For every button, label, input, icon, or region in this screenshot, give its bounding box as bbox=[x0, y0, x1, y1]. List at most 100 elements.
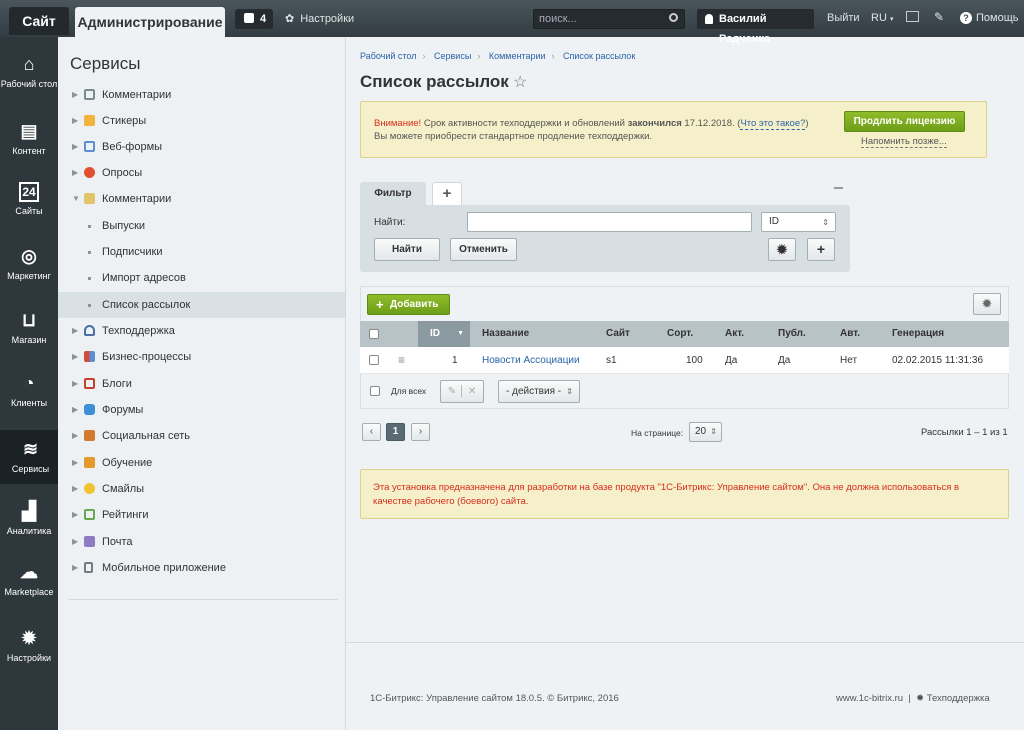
chevron-right-icon[interactable]: ▶ bbox=[72, 529, 78, 555]
settings-link[interactable]: ✿ Настройки bbox=[285, 12, 354, 25]
sidebar-item-ratings[interactable]: ▶ Рейтинги bbox=[58, 502, 345, 528]
search-icon[interactable] bbox=[669, 13, 678, 22]
what-is-it-link[interactable]: Что это такое? bbox=[740, 118, 806, 130]
sidebar-item-mail[interactable]: ▶ Почта bbox=[58, 529, 345, 555]
sidebar-item-stickers[interactable]: ▶ Стикеры bbox=[58, 108, 345, 134]
chevron-right-icon[interactable]: ▶ bbox=[72, 450, 78, 476]
chevron-right-icon[interactable]: ▶ bbox=[72, 397, 78, 423]
nav-content[interactable]: ▤ Контент bbox=[0, 120, 58, 157]
sidebar-item-import[interactable]: Импорт адресов bbox=[58, 265, 345, 291]
edit-icon[interactable]: ✎ bbox=[448, 386, 456, 397]
sidebar-item-webforms[interactable]: ▶ Веб-формы bbox=[58, 134, 345, 160]
chevron-right-icon[interactable]: ▶ bbox=[72, 318, 78, 344]
row-checkbox[interactable] bbox=[369, 355, 379, 365]
sidebar-item-mailing[interactable]: ▼ Комментарии bbox=[58, 186, 345, 212]
find-input[interactable] bbox=[467, 212, 752, 232]
nav-settings[interactable]: ✹ Настройки bbox=[0, 627, 58, 664]
chevron-right-icon[interactable]: ▶ bbox=[72, 108, 78, 134]
nav-shop[interactable]: ⊔ Магазин bbox=[0, 309, 58, 346]
sidebar-item-social[interactable]: ▶ Социальная сеть bbox=[58, 423, 345, 449]
chevron-right-icon[interactable]: ▶ bbox=[72, 423, 78, 449]
sidebar-item-mailing-list[interactable]: Список рассылок bbox=[58, 292, 345, 318]
actions-select[interactable]: - действия - ⇕ bbox=[498, 380, 580, 403]
favorite-star-icon[interactable]: ☆ bbox=[513, 72, 527, 92]
breadcrumb-mailing[interactable]: Комментарии bbox=[489, 51, 546, 61]
for-all-checkbox[interactable] bbox=[370, 386, 380, 396]
prev-page-button[interactable]: ‹ bbox=[362, 423, 381, 441]
minimize-icon[interactable] bbox=[834, 187, 843, 189]
column-generation[interactable]: Генерация bbox=[892, 321, 944, 347]
chevron-right-icon[interactable]: ▶ bbox=[72, 371, 78, 397]
nav-marketplace[interactable]: ☁ Marketplace bbox=[0, 561, 58, 598]
sidebar-item-smiles[interactable]: ▶ Смайлы bbox=[58, 476, 345, 502]
sidebar-item-bizproc[interactable]: ▶ Бизнес-процессы bbox=[58, 344, 345, 370]
per-page-select[interactable]: 20 ⇕ bbox=[689, 422, 722, 442]
next-page-button[interactable]: › bbox=[411, 423, 430, 441]
sidebar-item-forums[interactable]: ▶ Форумы bbox=[58, 397, 345, 423]
window-icon[interactable] bbox=[906, 11, 919, 22]
admin-tab[interactable]: Администрирование bbox=[75, 7, 225, 37]
chevron-right-icon[interactable]: ▶ bbox=[72, 160, 78, 186]
notifications-button[interactable]: 4 bbox=[235, 9, 273, 29]
sidebar-item-support[interactable]: ▶ Техподдержка bbox=[58, 318, 345, 344]
sidebar-item-issues[interactable]: Выпуски bbox=[58, 213, 345, 239]
cell-name-link[interactable]: Новости Ассоциации bbox=[482, 347, 580, 374]
filter-add-field-button[interactable]: + bbox=[807, 238, 835, 261]
chevron-right-icon[interactable]: ▶ bbox=[72, 134, 78, 160]
nav-analytics[interactable]: ▟ Аналитика bbox=[0, 500, 58, 537]
column-active[interactable]: Акт. bbox=[725, 321, 744, 347]
add-filter-button[interactable]: + bbox=[432, 182, 462, 206]
sidebar-item-subscribers[interactable]: Подписчики bbox=[58, 239, 345, 265]
sidebar-item-learning[interactable]: ▶ Обучение bbox=[58, 450, 345, 476]
add-button[interactable]: + Добавить bbox=[367, 294, 450, 315]
chevron-right-icon[interactable]: ▶ bbox=[72, 502, 78, 528]
chevron-right-icon[interactable]: ▶ bbox=[72, 344, 78, 370]
help-link[interactable]: ? Помощь bbox=[960, 12, 1019, 24]
delete-icon[interactable]: ✕ bbox=[468, 386, 476, 397]
table-row[interactable]: ≡ 1 Новости Ассоциации s1 100 Да Да Нет … bbox=[360, 347, 1009, 374]
user-menu[interactable]: Василий Радченко bbox=[697, 9, 814, 45]
remind-later-link[interactable]: Напомнить позже... bbox=[861, 136, 947, 148]
cancel-button[interactable]: Отменить bbox=[450, 238, 517, 261]
sidebar-item-mobile[interactable]: ▶ Мобильное приложение bbox=[58, 555, 345, 581]
nav-sites[interactable]: 24 Сайты bbox=[0, 182, 58, 217]
filter-settings-gear-icon[interactable]: ✹ bbox=[768, 238, 796, 261]
footer-site-link[interactable]: www.1c-bitrix.ru bbox=[836, 693, 903, 704]
edit-delete-buttons[interactable]: ✎ │ ✕ bbox=[440, 380, 484, 403]
breadcrumb-desktop[interactable]: Рабочий стол bbox=[360, 51, 417, 61]
chevron-down-icon[interactable]: ▼ bbox=[72, 186, 80, 212]
nav-services[interactable]: ≋ Сервисы bbox=[0, 430, 58, 484]
chevron-right-icon[interactable]: ▶ bbox=[72, 82, 78, 108]
nav-desktop[interactable]: ⌂ Рабочий стол bbox=[0, 53, 58, 90]
sidebar-item-comments[interactable]: ▶ Комментарии bbox=[58, 82, 345, 108]
sidebar-item-blogs[interactable]: ▶ Блоги bbox=[58, 371, 345, 397]
pin-icon[interactable]: ✎ bbox=[934, 10, 944, 24]
column-id[interactable]: ID ▼ bbox=[418, 321, 470, 347]
column-public[interactable]: Публ. bbox=[778, 321, 806, 347]
column-sort[interactable]: Сорт. bbox=[667, 321, 693, 347]
current-page[interactable]: 1 bbox=[386, 423, 405, 441]
breadcrumb-current[interactable]: Список рассылок bbox=[563, 51, 635, 61]
row-menu-icon[interactable]: ≡ bbox=[398, 347, 405, 374]
footer-support-link[interactable]: Техподдержка bbox=[927, 693, 990, 704]
search-input[interactable]: поиск... bbox=[533, 9, 685, 29]
field-select[interactable]: ID ⇕ bbox=[761, 212, 836, 232]
chevron-right-icon[interactable]: ▶ bbox=[72, 476, 78, 502]
nav-marketing[interactable]: ◎ Маркетинг bbox=[0, 245, 58, 282]
select-all-checkbox[interactable] bbox=[369, 329, 379, 339]
logout-link[interactable]: Выйти bbox=[827, 12, 860, 24]
find-button[interactable]: Найти bbox=[374, 238, 440, 261]
column-name[interactable]: Название bbox=[482, 321, 529, 347]
extend-license-button[interactable]: Продлить лицензию bbox=[844, 111, 965, 132]
grid-settings-gear-icon[interactable]: ✹ bbox=[973, 293, 1001, 315]
filter-tab[interactable]: Фильтр bbox=[360, 182, 426, 206]
sidebar-item-polls[interactable]: ▶ Опросы bbox=[58, 160, 345, 186]
nav-clients[interactable]: ◔ Клиенты bbox=[0, 372, 58, 409]
breadcrumb-services[interactable]: Сервисы bbox=[434, 51, 471, 61]
site-tab[interactable]: Сайт bbox=[9, 7, 69, 35]
divider bbox=[68, 599, 338, 600]
column-auto[interactable]: Авт. bbox=[840, 321, 860, 347]
chevron-right-icon[interactable]: ▶ bbox=[72, 555, 78, 581]
column-site[interactable]: Сайт bbox=[606, 321, 630, 347]
language-select[interactable]: RU ▾ bbox=[871, 12, 893, 24]
